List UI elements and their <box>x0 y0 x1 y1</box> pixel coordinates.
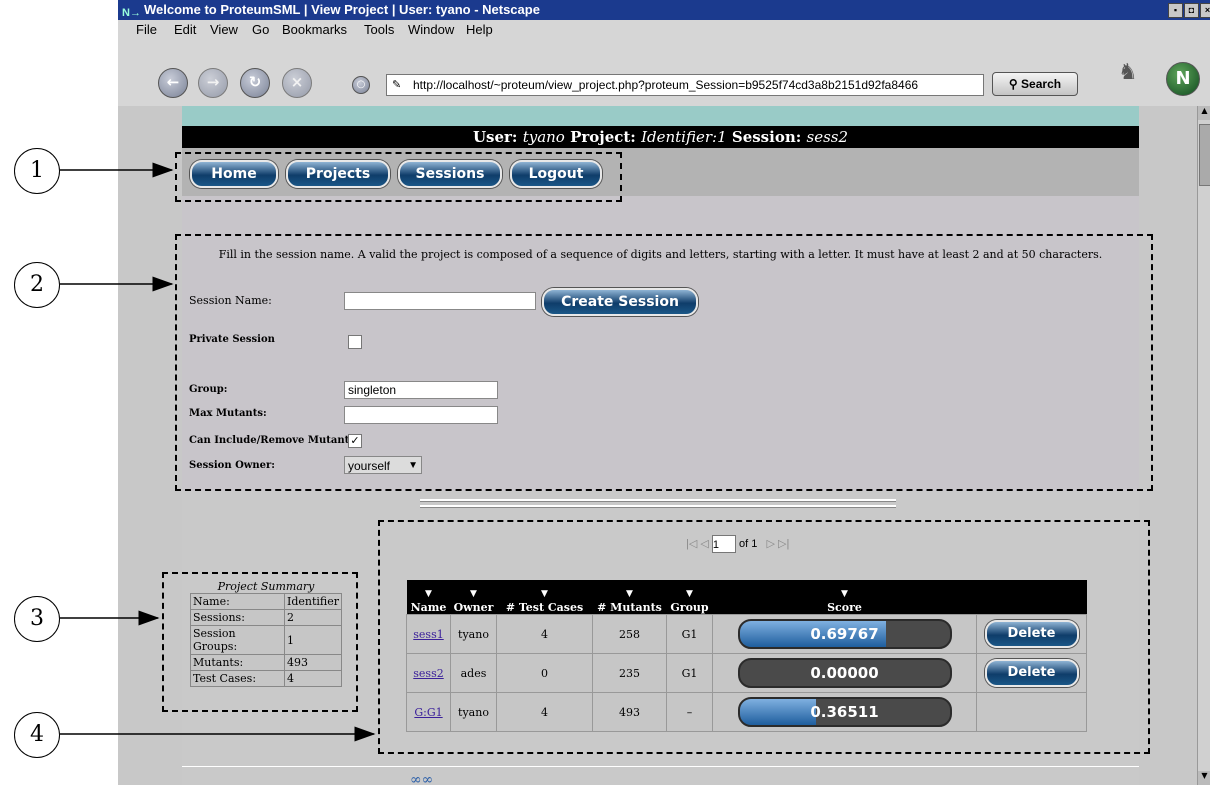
annotation-arrows <box>60 162 376 742</box>
